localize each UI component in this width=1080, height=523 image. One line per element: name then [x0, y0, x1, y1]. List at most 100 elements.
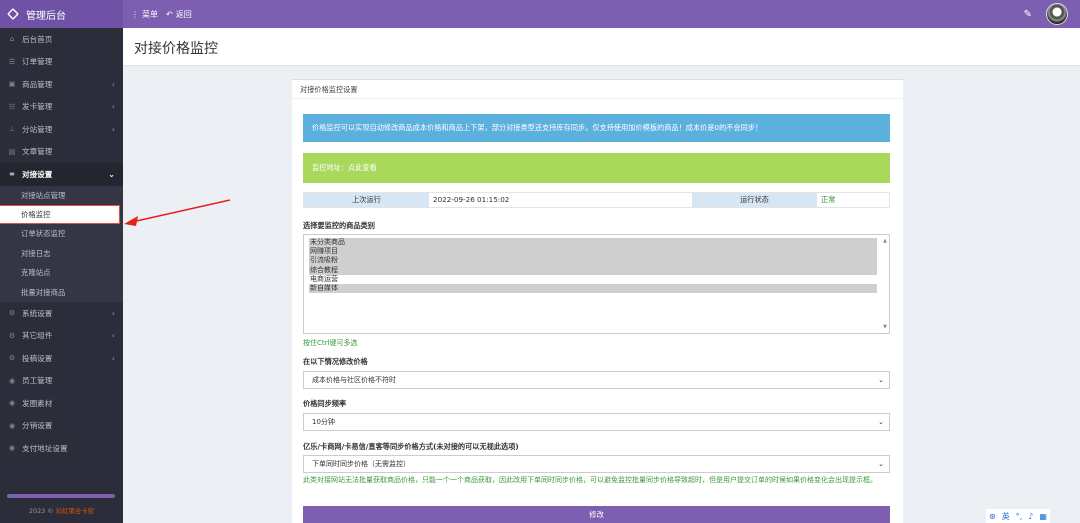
sidebar-item-label: 员工管理 — [22, 376, 53, 386]
back-button[interactable]: ↶ 返回 — [166, 9, 192, 20]
menu-icon: ⋮ — [131, 9, 139, 19]
scroll-down-icon[interactable]: ▼ — [883, 324, 887, 330]
copyright: 2023 © 彩虹聚合卡密 — [0, 506, 123, 515]
sidebar-item-label: 投稿设置 — [22, 353, 53, 363]
link-icon: ∞ — [9, 170, 15, 179]
sync-frequency-value: 10分钟 — [312, 418, 335, 426]
sidebar-item-label: 发卡管理 — [22, 102, 53, 112]
sync-frequency-label: 价格同步频率 — [303, 399, 347, 408]
sync-method-label: 亿乐/卡商网/卡易信/直客等同步价格方式(未对接的可以无视此选项) — [303, 442, 519, 451]
submit-button[interactable]: 修改 — [303, 506, 890, 523]
sidebar-item-label: 文章管理 — [22, 147, 53, 157]
sidebar-item-components[interactable]: ⚙ 其它组件 ‹ — [0, 324, 123, 347]
sidebar-item-system[interactable]: ⚙ 系统设置 ‹ — [0, 302, 123, 325]
sidebar-item-cards[interactable]: ☷ 发卡管理 ‹ — [0, 96, 123, 119]
article-icon: ▤ — [8, 147, 16, 156]
sidebar-subitem-order-monitor[interactable]: 订单状态监控 — [0, 224, 123, 243]
chevron-left-icon: ‹ — [111, 124, 115, 134]
avatar[interactable] — [1046, 3, 1068, 25]
chevron-down-icon: ⌄ — [878, 376, 884, 384]
run-status-label: 运行状态 — [692, 193, 817, 207]
top-navbar: 管理后台 ⋮ 菜单 ↶ 返回 ✎ — [0, 0, 1080, 28]
sidebar-item-label: 发圈素材 — [22, 398, 53, 408]
category-option[interactable]: 未分类商品 — [309, 238, 877, 248]
content-header: 对接价格监控 — [123, 28, 1080, 66]
sidebar-item-substations[interactable]: ⊥ 分站管理 ‹ — [0, 118, 123, 141]
sidebar-item-label: 对接设置 — [22, 169, 53, 179]
category-option[interactable]: 新自媒体 — [309, 283, 877, 294]
sidebar: ⌂ 后台首页 ☰ 订单管理 ▣ 商品管理 ‹ ☷ 发卡管理 ‹ ⊥ 分站管理 ‹ ▤ 文章管理 ∞… — [0, 28, 123, 523]
sidebar-item-home[interactable]: ⌂ 后台首页 — [0, 28, 123, 51]
sidebar-item-submission[interactable]: ⚙ 投稿设置 ‹ — [0, 347, 123, 370]
sidebar-item-articles[interactable]: ▤ 文章管理 — [0, 141, 123, 164]
category-option[interactable]: 综合教程 — [309, 265, 877, 275]
category-option[interactable]: 引流吸粉 — [309, 256, 877, 266]
home-icon: ⌂ — [9, 35, 15, 44]
sidebar-item-distribution[interactable]: ◉ 分销设置 — [0, 414, 123, 437]
sidebar-item-payment[interactable]: ◉ 支付地址设置 — [0, 437, 123, 460]
monitor-url-alert[interactable]: 监控地址：点此查看 — [303, 153, 890, 183]
back-label: 返回 — [175, 9, 192, 19]
sidebar-item-materials[interactable]: ◉ 发圈素材 — [0, 392, 123, 415]
grid-icon[interactable]: ▦ — [1039, 512, 1047, 521]
puzzle-icon: ⚙ — [8, 331, 16, 340]
ime-logo-icon[interactable]: ⊛ — [989, 512, 996, 521]
sidebar-item-label: 商品管理 — [22, 79, 53, 89]
sync-method-note: 此类对接网站无法批量获取商品价格，只能一个一个商品获取，因此改用下单同时同步价格… — [303, 476, 877, 484]
change-condition-label: 在以下情况修改价格 — [303, 357, 368, 366]
sidebar-subitem-clone[interactable]: 克隆站点 — [0, 263, 123, 282]
microphone-icon[interactable]: ♪ — [1028, 512, 1033, 521]
ime-tray: ⊛ 英 °, ♪ ▦ — [986, 509, 1050, 523]
sitemap-icon: ⊥ — [8, 125, 16, 134]
sidebar-subitem-site-manage[interactable]: 对接站点管理 — [0, 186, 123, 205]
integration-submenu: 对接站点管理 价格监控 订单状态监控 对接日志 克隆站点 批量对接商品 — [0, 185, 123, 302]
user-icon: ◉ — [8, 376, 16, 385]
back-icon: ↶ — [166, 9, 173, 19]
sidebar-item-orders[interactable]: ☰ 订单管理 — [0, 51, 123, 74]
chevron-left-icon: ‹ — [111, 308, 115, 318]
sidebar-item-label: 分站管理 — [22, 124, 53, 134]
sidebar-item-staff[interactable]: ◉ 员工管理 — [0, 369, 123, 392]
image-icon: ◉ — [8, 399, 16, 408]
category-option[interactable]: 电商运营 — [309, 275, 877, 284]
sidebar-item-label: 分销设置 — [22, 421, 53, 431]
sidebar-scrollbar[interactable] — [7, 494, 115, 498]
sidebar-item-goods[interactable]: ▣ 商品管理 ‹ — [0, 73, 123, 96]
category-multiselect[interactable]: 未分类商品 网赚项目 引流吸粉 综合教程 电商运营 新自媒体 ▲ ▼ — [303, 234, 890, 334]
sidebar-subitem-price-monitor[interactable]: 价格监控 — [0, 204, 120, 225]
run-status-value: 正常 — [821, 195, 836, 204]
pay-icon: ◉ — [8, 444, 16, 453]
panel-title: 对接价格监控设置 — [292, 80, 903, 99]
punctuation-icon[interactable]: °, — [1016, 512, 1023, 521]
sidebar-item-label: 订单管理 — [22, 57, 53, 67]
card-icon: ☷ — [8, 102, 16, 111]
sidebar-subitem-log[interactable]: 对接日志 — [0, 244, 123, 263]
page-title: 对接价格监控 — [134, 41, 218, 57]
chevron-left-icon: ‹ — [111, 79, 115, 89]
brand[interactable]: 管理后台 — [0, 0, 123, 28]
sidebar-item-label: 系统设置 — [22, 308, 53, 318]
sync-method-select[interactable]: 下单同时同步价格（无需监控） ⌄ — [303, 455, 890, 473]
sidebar-item-integration[interactable]: ∞ 对接设置 ⌄ — [0, 163, 123, 186]
copyright-link[interactable]: 彩虹聚合卡密 — [56, 507, 94, 515]
list-icon: ☰ — [8, 57, 16, 66]
share-icon: ◉ — [8, 421, 16, 430]
menu-toggle-button[interactable]: ⋮ 菜单 — [131, 9, 158, 20]
scroll-up-icon[interactable]: ▲ — [883, 238, 887, 244]
ime-lang[interactable]: 英 — [1002, 511, 1010, 522]
chevron-down-icon: ⌄ — [108, 169, 115, 179]
cart-icon: ▣ — [8, 80, 16, 89]
info-alert: 价格监控可以实现自动修改商品成本价格和商品上下架，部分对接类型还支持库存同步。仅… — [303, 114, 890, 142]
multiselect-hint: 按住Ctrl键可多选 — [303, 339, 358, 347]
status-table: 上次运行 2022-09-26 01:15:02 运行状态 正常 — [303, 192, 890, 208]
chevron-left-icon: ‹ — [111, 102, 115, 112]
change-condition-select[interactable]: 成本价格与社区价格不符时 ⌄ — [303, 371, 890, 389]
category-label: 选择要监控的商品类别 — [303, 221, 375, 230]
gears-icon: ⚙ — [8, 354, 16, 363]
category-option[interactable]: 网赚项目 — [309, 247, 877, 257]
gear-icon: ⚙ — [8, 309, 16, 318]
sync-frequency-select[interactable]: 10分钟 ⌄ — [303, 413, 890, 431]
settings-panel: 对接价格监控设置 价格监控可以实现自动修改商品成本价格和商品上下架，部分对接类型… — [292, 79, 903, 523]
sidebar-subitem-batch[interactable]: 批量对接商品 — [0, 282, 123, 301]
wrench-icon[interactable]: ✎ — [1024, 9, 1032, 20]
